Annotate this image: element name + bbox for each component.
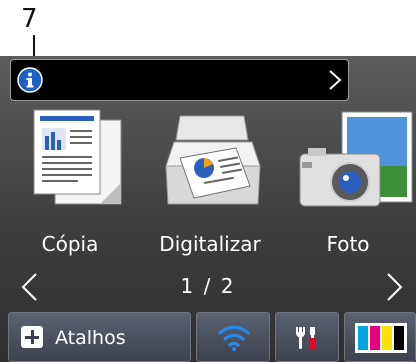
info-icon bbox=[17, 67, 43, 93]
photo-camera-icon bbox=[299, 111, 413, 207]
wifi-button[interactable] bbox=[196, 312, 270, 362]
photo-tile[interactable]: Foto bbox=[280, 106, 416, 266]
settings-button[interactable] bbox=[275, 312, 339, 362]
pager: 1 / 2 bbox=[0, 266, 416, 306]
plus-icon bbox=[21, 326, 43, 348]
chevron-right-icon bbox=[329, 70, 342, 90]
page-indicator: 1 / 2 bbox=[180, 274, 236, 298]
ink-button[interactable] bbox=[344, 312, 416, 362]
scan-tile[interactable]: Digitalizar bbox=[140, 106, 280, 266]
shortcuts-label: Atalhos bbox=[55, 327, 126, 349]
scan-label: Digitalizar bbox=[159, 232, 261, 256]
chevron-right-icon[interactable] bbox=[386, 272, 404, 302]
scanner-icon bbox=[165, 115, 261, 205]
copy-label: Cópia bbox=[41, 232, 99, 256]
bottom-dock: Atalhos bbox=[0, 312, 416, 362]
tools-icon bbox=[296, 327, 315, 349]
photo-label: Foto bbox=[326, 232, 370, 256]
shortcuts-button[interactable]: Atalhos bbox=[8, 312, 191, 362]
ink-cartridges-icon bbox=[355, 323, 407, 353]
copy-icon bbox=[33, 109, 122, 205]
wifi-icon bbox=[218, 325, 250, 351]
info-bar[interactable] bbox=[10, 59, 349, 101]
touchscreen: Cópia Digitalizar Foto 1 / 2 Atalhos bbox=[0, 56, 416, 362]
copy-tile[interactable]: Cópia bbox=[0, 106, 140, 266]
callout-number: 7 bbox=[21, 4, 38, 34]
